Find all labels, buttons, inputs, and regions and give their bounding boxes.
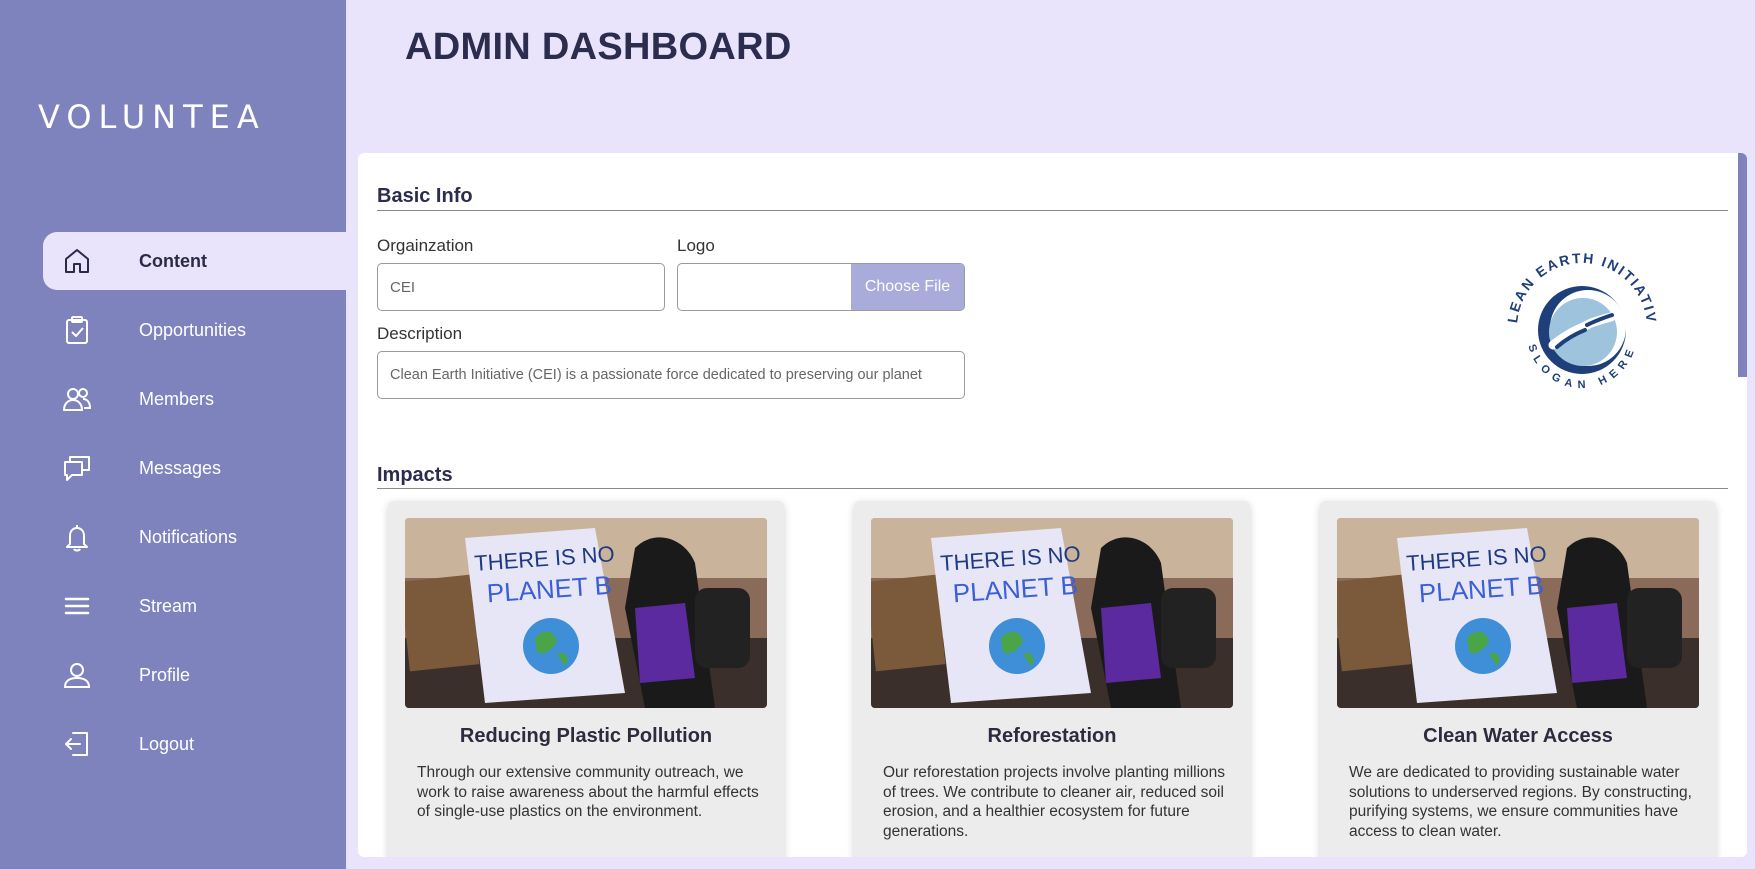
brand-logo: VOLUNTEA — [38, 98, 266, 136]
sidebar-item-label: Profile — [139, 664, 191, 685]
scrollbar-thumb[interactable] — [1738, 153, 1747, 377]
description-input[interactable] — [377, 351, 965, 399]
impact-title: Reforestation — [987, 725, 1117, 747]
description-label: Description — [377, 324, 463, 343]
impact-image: THERE IS NO PLANET B — [871, 518, 1233, 708]
organization-logo: CLEAN EARTH INITIATIVE SLOGAN HERE — [1487, 233, 1658, 391]
content-panel: Basic Info Orgainzation Logo Choose File… — [358, 153, 1747, 857]
sidebar-item-label: Content — [139, 250, 207, 271]
impact-image: THERE IS NO PLANET B — [405, 518, 767, 708]
sidebar-item-logout[interactable]: Logout — [43, 715, 346, 773]
impact-card[interactable]: THERE IS NO PLANET B Reducing Plastic Po… — [388, 501, 784, 857]
menu-icon — [59, 588, 95, 624]
sidebar-item-profile[interactable]: Profile — [43, 646, 346, 704]
scrollbar[interactable] — [1738, 153, 1747, 857]
sidebar-item-label: Logout — [139, 733, 195, 754]
impact-description: Our reforestation projects involve plant… — [883, 764, 1226, 840]
home-icon — [59, 243, 95, 279]
choose-file-button[interactable]: Choose File — [851, 264, 964, 310]
members-icon — [59, 381, 95, 417]
impact-title: Reducing Plastic Pollution — [459, 725, 713, 747]
sidebar-item-stream[interactable]: Stream — [43, 577, 346, 635]
impacts-heading: Impacts — [377, 464, 453, 486]
sidebar-item-messages[interactable]: Messages — [43, 439, 346, 497]
impact-description: Through our extensive community outreach… — [417, 764, 759, 820]
logo-label: Logo — [677, 236, 715, 255]
section-divider — [377, 488, 1728, 489]
sidebar-item-members[interactable]: Members — [43, 370, 346, 428]
impact-card[interactable]: THERE IS NO PLANET B Clean Water Access … — [1320, 501, 1716, 857]
sidebar-item-content[interactable]: Content — [43, 232, 346, 290]
sidebar-item-label: Stream — [139, 595, 198, 616]
messages-icon — [59, 450, 95, 486]
sidebar-item-notifications[interactable]: Notifications — [43, 508, 346, 566]
bell-icon — [59, 519, 95, 555]
impact-image: THERE IS NO PLANET B — [1337, 518, 1699, 708]
organization-label: Orgainzation — [377, 236, 474, 255]
clipboard-check-icon — [59, 312, 95, 348]
section-divider — [377, 210, 1728, 211]
user-icon — [59, 657, 95, 693]
basic-info-heading: Basic Info — [377, 185, 473, 207]
sidebar-item-label: Messages — [139, 457, 222, 478]
sidebar-item-label: Notifications — [139, 526, 238, 547]
impact-title: Clean Water Access — [1423, 725, 1613, 747]
impact-description: We are dedicated to providing sustainabl… — [1349, 764, 1692, 840]
impact-card[interactable]: THERE IS NO PLANET B Reforestation Our r… — [854, 501, 1250, 857]
logo-file-input[interactable]: Choose File — [677, 263, 965, 311]
organization-input[interactable] — [377, 263, 665, 311]
page-title: ADMIN DASHBOARD — [405, 26, 792, 68]
sidebar-item-label: Members — [139, 388, 215, 409]
sidebar-item-label: Opportunities — [139, 319, 247, 340]
sidebar-nav: Content Opportunities Members Messages N… — [43, 232, 346, 784]
sidebar-item-opportunities[interactable]: Opportunities — [43, 301, 346, 359]
logout-icon — [59, 726, 95, 762]
sidebar: VOLUNTEA Content Opportunities Members M… — [0, 0, 346, 869]
